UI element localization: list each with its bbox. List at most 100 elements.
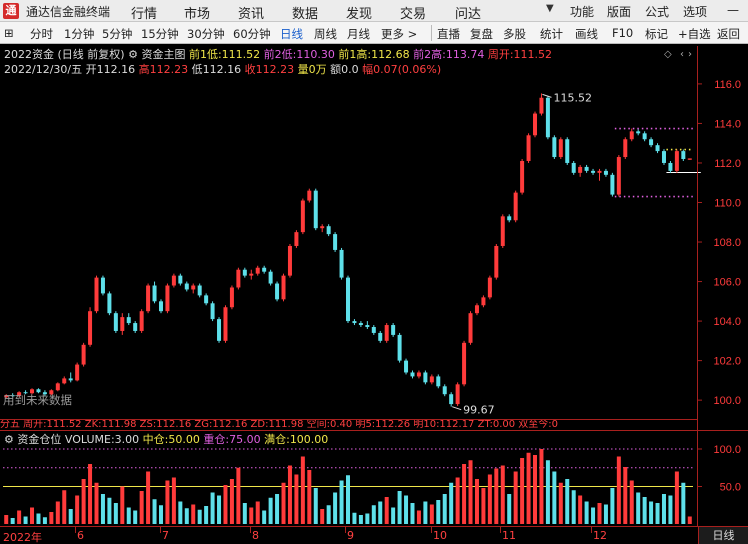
price-tick-label: 102.0 [713,356,741,368]
volume-bar-up [94,482,99,524]
date-label-aug: 8 [252,529,259,542]
candle-up [487,277,492,298]
volume-bar-up [55,501,60,524]
candle-down [681,151,686,160]
volume-bar-up [255,501,260,524]
candle-up [416,372,421,377]
candle-down [404,360,409,373]
candle-down [339,249,344,278]
volume-bar-down [352,512,357,524]
candle-down [158,301,163,312]
candle-up [88,311,93,345]
volume-bar-down [636,492,641,524]
volume-tick-label: 100.0 [713,444,741,456]
date-label-jun: 6 [77,529,84,542]
volume-bar-up [49,512,54,524]
volume-bar-up [300,456,305,524]
volume-bar-up [481,488,486,524]
candle-down [204,295,209,304]
volume-bar-up [674,471,679,524]
price-tick-label: 112.0 [714,158,741,170]
candle-up [500,216,505,246]
date-label-year: 2022年 [3,531,42,544]
panel-gear-icon[interactable]: ⚙ [4,433,14,446]
full-label: 满仓: [264,433,290,446]
candle-up [171,275,176,286]
volume-bar-down [397,491,402,524]
volume-bar-up [526,452,531,524]
volume-bar-down [545,460,550,524]
candle-down [217,319,222,341]
candlestick-chart[interactable]: 100.0 102.0 104.0 106.0 108.0 110.0 112.0 114.0… [0,0,748,526]
candle-up [616,157,621,195]
volume-bar-down [152,499,157,524]
candle-down [642,133,647,140]
volume-bar-up [146,471,151,524]
candle-down [126,317,131,324]
volume-bar-down [133,510,138,524]
volume-bar-up [249,507,254,524]
volume-bar-up [287,465,292,524]
candle-down [333,234,338,250]
candle-down [378,332,383,341]
volume-indicator-name[interactable]: 资金仓位 [17,433,61,446]
candle-down [133,323,138,331]
candle-down [184,283,189,290]
candle-up [533,113,538,136]
volume-bar-up [384,497,389,524]
date-label-sep: 9 [347,529,354,542]
candle-down [507,216,512,221]
candle-down [655,145,660,152]
volume-bar-down [378,501,383,524]
period-selector-button[interactable]: 日线 [698,527,748,544]
candle-down [397,334,402,361]
volume-bar-down [365,513,370,524]
candle-up [75,364,80,381]
volume-bar-down [100,494,105,524]
volume-bar-down [442,494,447,524]
volume-bar-down [423,501,428,524]
volume-bar-down [268,497,273,524]
candle-up [307,190,312,201]
candle-down [545,97,550,138]
volume-bar-down [113,503,118,524]
candle-down [571,162,576,173]
min-pointer [452,406,462,411]
candle-up [623,139,628,158]
volume-bar-up [687,516,692,524]
volume-bar-down [10,518,15,524]
volume-bar-up [500,465,505,524]
candle-down [449,394,454,405]
volume-bar-down [158,505,163,524]
candle-down [423,372,428,383]
volume-bar-up [88,464,93,524]
candle-up [120,317,125,331]
volume-bar-up [307,470,312,524]
candle-down [410,372,415,377]
candle-up [223,307,228,341]
price-tick-label: 106.0 [713,277,741,289]
candle-up [287,245,292,276]
volume-bar-down [565,479,570,524]
candle-down [313,190,318,229]
candle-down [326,226,331,235]
volume-bar-down [358,515,363,524]
volume-bar-up [4,515,9,524]
candle-down [436,376,441,387]
volume-bar-down [326,505,331,524]
candle-up [474,305,479,314]
volume-bar-down [339,480,344,524]
candle-down [661,151,666,163]
volume-bar-up [191,504,196,524]
candle-down [442,386,447,395]
volume-bar-up [75,495,80,524]
candle-down [113,313,118,331]
volume-bar-up [533,455,538,524]
volume-bar-down [668,495,673,524]
candle-down [242,269,247,276]
price-tick-label: 110.0 [714,197,741,209]
volume-bar-down [649,501,654,524]
price-tick-label: 100.0 [713,395,741,407]
candle-down [68,378,73,381]
candle-down [152,285,157,302]
